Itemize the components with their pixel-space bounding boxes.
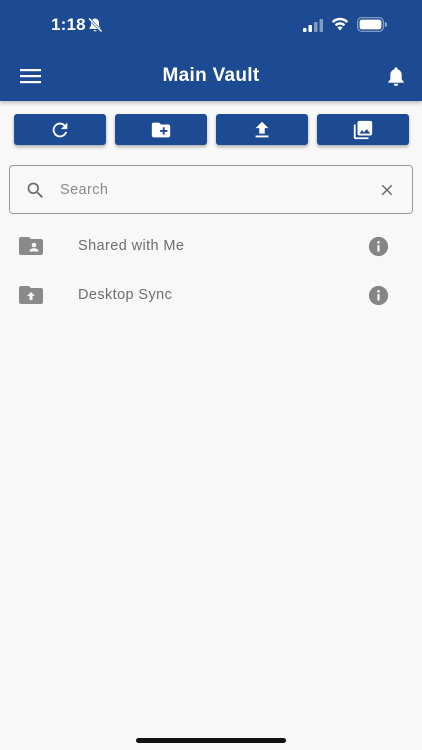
status-time: 1:18 (51, 15, 86, 34)
list-item-label: Desktop Sync (78, 287, 173, 303)
status-bar: 1:18 (0, 0, 422, 50)
close-icon[interactable] (378, 181, 396, 199)
battery-icon (357, 17, 387, 32)
new-folder-button[interactable] (115, 114, 207, 145)
home-indicator[interactable] (136, 738, 286, 743)
info-icon[interactable] (368, 236, 389, 257)
page-title: Main Vault (162, 65, 260, 86)
search-icon (27, 182, 43, 198)
shared-folder-icon (19, 237, 43, 255)
list-item-shared-with-me[interactable]: Shared with Me (0, 223, 422, 271)
photo-library-icon (353, 120, 373, 139)
app-header: 1:18 Main Vault (0, 0, 422, 101)
search-input[interactable] (60, 176, 360, 204)
bell-slash-icon (88, 17, 103, 33)
upload-icon (255, 121, 269, 137)
refresh-icon (52, 122, 68, 137)
list-item-label: Shared with Me (78, 238, 185, 254)
bell-icon[interactable] (386, 66, 406, 87)
search-bar (9, 165, 413, 214)
list-item-desktop-sync[interactable]: Desktop Sync (0, 272, 422, 320)
cellular-signal-icon (303, 19, 323, 32)
refresh-button[interactable] (14, 114, 106, 145)
info-icon[interactable] (368, 285, 389, 306)
gallery-button[interactable] (317, 114, 409, 145)
folder-plus-icon (151, 122, 171, 137)
wifi-icon (331, 17, 349, 31)
sync-folder-icon (19, 286, 43, 304)
upload-button[interactable] (216, 114, 308, 145)
